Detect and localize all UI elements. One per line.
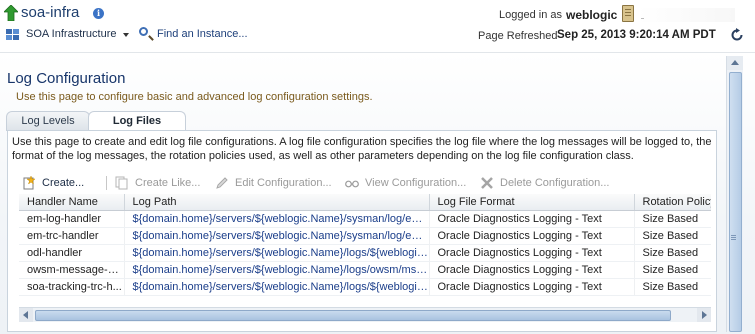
delete-configuration-label: Delete Configuration...	[500, 177, 610, 189]
page-subtitle: Use this page to configure basic and adv…	[16, 91, 373, 103]
copy-document-icon	[115, 176, 128, 190]
log-path-link[interactable]: ${domain.home}/servers/${weblogic.Name}/…	[124, 261, 430, 279]
log-file-format-cell: Oracle Diagnostics Logging - Text	[429, 261, 635, 279]
log-path-link[interactable]: ${domain.home}/servers/${weblogic.Name}/…	[124, 278, 430, 296]
table-header-row: Handler Name Log Path Log File Format Ro…	[19, 194, 711, 211]
horizontal-scroll-thumb[interactable]	[35, 310, 671, 321]
log-file-format-cell: Oracle Diagnostics Logging - Text	[429, 278, 635, 296]
table-row[interactable]: em-trc-handler ${domain.home}/servers/${…	[19, 227, 711, 245]
log-path-link[interactable]: ${domain.home}/servers/${weblogic.Name}/…	[124, 210, 430, 228]
global-header: soa-infra i Logged in as weblogic SOA In…	[0, 0, 755, 53]
page-title: Log Configuration	[7, 70, 126, 87]
rotation-policy-cell: Size Based	[634, 227, 711, 245]
rotation-policy-cell: Size Based	[634, 210, 711, 228]
toolbar-separator	[106, 176, 107, 190]
view-configuration-label: View Configuration...	[365, 177, 467, 189]
log-file-format-cell: Oracle Diagnostics Logging - Text	[429, 244, 635, 262]
app-title[interactable]: soa-infra	[21, 4, 79, 21]
refresh-timestamp: Sep 25, 2013 9:20:14 AM PDT	[557, 29, 716, 41]
username: weblogic	[566, 8, 618, 22]
scroll-right-arrow-icon[interactable]	[697, 308, 711, 322]
handler-name-cell: em-trc-handler	[19, 227, 125, 245]
table-row[interactable]: owsm-message-ha... ${domain.home}/server…	[19, 261, 711, 279]
column-header-rotation-policy[interactable]: Rotation Policy	[634, 194, 711, 211]
refresh-icon[interactable]	[730, 28, 744, 42]
create-label: Create...	[42, 177, 85, 189]
table-row[interactable]: odl-handler ${domain.home}/servers/${web…	[19, 244, 711, 262]
edit-configuration-label: Edit Configuration...	[235, 177, 332, 189]
up-arrow-icon[interactable]	[4, 5, 18, 21]
logged-in-label: Logged in as	[499, 9, 562, 21]
tab-log-files[interactable]: Log Files	[88, 111, 186, 132]
scroll-up-arrow-icon[interactable]	[727, 56, 743, 70]
redacted-host	[637, 8, 735, 22]
find-instance-label: Find an Instance...	[157, 28, 248, 40]
vertical-scroll-thumb[interactable]	[729, 72, 742, 332]
x-icon	[481, 177, 493, 189]
log-file-format-cell: Oracle Diagnostics Logging - Text	[429, 227, 635, 245]
tab-log-levels[interactable]: Log Levels	[6, 111, 90, 131]
scroll-grip-icon	[731, 235, 736, 236]
log-files-table: Handler Name Log Path Log File Format Ro…	[19, 194, 711, 312]
magnifier-icon	[139, 27, 148, 36]
rotation-policy-cell: Size Based	[634, 261, 711, 279]
panel-description: Use this page to create and edit log fil…	[12, 136, 712, 162]
create-like-label: Create Like...	[135, 177, 201, 189]
handler-name-cell: em-log-handler	[19, 210, 125, 228]
table-row[interactable]: soa-tracking-trc-h... ${domain.home}/ser…	[19, 278, 711, 296]
column-header-log-path[interactable]: Log Path	[124, 194, 430, 211]
page-vertical-scrollbar[interactable]	[726, 56, 743, 332]
grid-icon	[6, 29, 19, 40]
handler-name-cell: odl-handler	[19, 244, 125, 262]
scroll-left-arrow-icon[interactable]	[19, 308, 33, 322]
info-icon[interactable]: i	[93, 8, 104, 19]
rotation-policy-cell: Size Based	[634, 278, 711, 296]
column-header-log-file-format[interactable]: Log File Format	[429, 194, 635, 211]
log-path-link[interactable]: ${domain.home}/servers/${weblogic.Name}/…	[124, 227, 430, 245]
rotation-policy-cell: Size Based	[634, 244, 711, 262]
new-document-icon	[23, 176, 36, 190]
table-horizontal-scrollbar[interactable]	[19, 307, 711, 322]
handler-name-cell: soa-tracking-trc-h...	[19, 278, 125, 296]
server-icon	[622, 5, 634, 22]
column-header-handler-name[interactable]: Handler Name	[19, 194, 125, 211]
log-file-format-cell: Oracle Diagnostics Logging - Text	[429, 210, 635, 228]
glasses-icon	[345, 180, 359, 188]
pencil-icon	[216, 177, 228, 189]
soa-menu-label: SOA Infrastructure	[26, 28, 117, 40]
table-row[interactable]: em-log-handler ${domain.home}/servers/${…	[19, 210, 711, 228]
log-path-link[interactable]: ${domain.home}/servers/${weblogic.Name}/…	[124, 244, 430, 262]
chevron-down-icon	[123, 33, 129, 37]
handler-name-cell: owsm-message-ha...	[19, 261, 125, 279]
page-refreshed-label: Page Refreshed	[478, 30, 558, 42]
toolbar: Create... Create Like... Edit Configurat…	[12, 173, 712, 193]
